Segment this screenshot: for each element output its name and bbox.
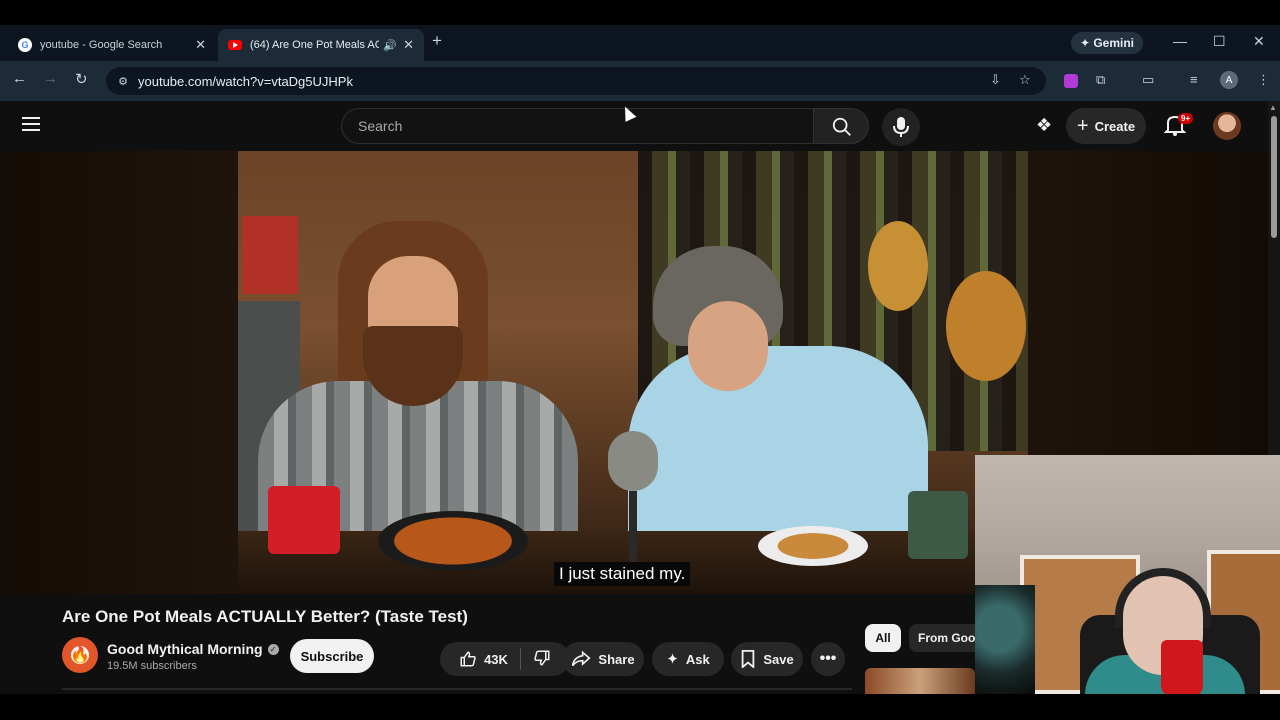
media-controls-icon[interactable]: ≡ (1190, 72, 1198, 87)
maximize-icon[interactable]: ☐ (1213, 33, 1226, 50)
close-tab-icon[interactable]: ✕ (403, 37, 414, 53)
video-caption: I just stained my. (554, 562, 691, 586)
scrollbar-thumb[interactable] (1271, 116, 1277, 238)
ask-button[interactable]: ✦ Ask (652, 642, 724, 676)
ask-label: Ask (685, 651, 710, 667)
address-bar[interactable]: ⚙ youtube.com/watch?v=vtaDg5UJHPk ⇩ ☆ (106, 67, 1046, 95)
url-text: youtube.com/watch?v=vtaDg5UJHPk (138, 73, 353, 89)
related-video-thumbnail[interactable] (865, 668, 975, 694)
red-cup (1161, 640, 1203, 694)
close-tab-icon[interactable]: ✕ (195, 37, 206, 53)
burger-plate (758, 526, 868, 566)
tab-title: (64) Are One Pot Meals ACT (250, 39, 380, 51)
tab-google-search[interactable]: G youtube - Google Search ✕ (8, 29, 216, 61)
puzzle-extensions-icon[interactable]: ⧉ (1096, 72, 1105, 88)
video-title: Are One Pot Meals ACTUALLY Better? (Tast… (62, 607, 468, 626)
youtube-header: Search ❖ + Create 9+ (0, 101, 1268, 151)
subscribe-button[interactable]: Subscribe (290, 639, 374, 673)
new-tab-icon[interactable]: + (432, 31, 442, 51)
window-close-icon[interactable]: ✕ (1253, 33, 1265, 50)
blurred-foreground (975, 585, 1035, 694)
like-count: 43K (484, 651, 508, 667)
like-button[interactable]: 43K (459, 650, 508, 668)
search-input[interactable]: Search (341, 108, 814, 144)
share-arrow-icon (572, 650, 592, 667)
sparkle-icon: ✦ (1079, 36, 1094, 50)
channel-avatar[interactable]: 🔥 (62, 637, 98, 673)
save-button[interactable]: Save (731, 642, 803, 676)
chip-all[interactable]: All (865, 624, 901, 652)
search-icon (832, 117, 851, 136)
hamburger-menu-icon[interactable] (22, 117, 40, 131)
create-button[interactable]: + Create (1066, 108, 1146, 144)
chip-from-channel[interactable]: From Good (909, 624, 975, 652)
google-icon: G (18, 38, 32, 52)
youtube-icon (228, 40, 242, 50)
skillet (378, 511, 528, 571)
webcam-overlay (975, 455, 1280, 694)
install-app-icon[interactable]: ⇩ (990, 72, 1001, 88)
plus-icon: + (1076, 114, 1089, 137)
divider (62, 688, 852, 690)
voice-search-button[interactable] (882, 108, 920, 146)
create-label: Create (1094, 118, 1136, 134)
red-mug (268, 486, 340, 554)
thumbs-up-icon (460, 651, 476, 667)
acoustic-guitar (946, 271, 1026, 381)
save-label: Save (763, 651, 794, 667)
browser-toolbar: ← → ↻ ⚙ youtube.com/watch?v=vtaDg5UJHPk … (0, 61, 1280, 101)
menu-kebab-icon[interactable]: ⋮ (1257, 72, 1270, 88)
share-label: Share (598, 651, 635, 667)
like-dislike-group: 43K (440, 642, 570, 676)
reload-icon[interactable]: ↻ (75, 70, 88, 88)
share-button[interactable]: Share (562, 642, 644, 676)
tab-title: youtube - Google Search (40, 39, 163, 51)
account-avatar[interactable] (1213, 112, 1241, 140)
subscriber-count: 19.5M subscribers (107, 660, 197, 672)
sparkle-icon: ✦ (666, 651, 679, 668)
green-mug (908, 491, 968, 559)
thumbs-down-icon (534, 650, 550, 666)
notification-count-badge: 9+ (1178, 113, 1194, 124)
bookmark-star-icon[interactable]: ☆ (1019, 72, 1031, 88)
more-actions-button[interactable]: ••• (811, 642, 845, 676)
microphone-icon (893, 117, 909, 137)
minimize-icon[interactable]: — (1173, 33, 1187, 49)
back-icon[interactable]: ← (12, 70, 27, 87)
verified-check-icon: ✓ (267, 643, 279, 655)
ai-sparkle-icon[interactable]: ❖ (1036, 115, 1052, 136)
audio-playing-icon[interactable]: 🔊 (383, 39, 397, 52)
site-info-icon[interactable]: ⚙ (112, 75, 134, 88)
channel-name-text: Good Mythical Morning (107, 641, 263, 657)
host-right (628, 246, 928, 546)
more-dots-icon: ••• (819, 650, 837, 667)
studio-microphone (608, 431, 658, 581)
cast-icon[interactable]: ▭ (1142, 72, 1154, 88)
channel-name[interactable]: Good Mythical Morning ✓ (107, 641, 279, 657)
search-button[interactable] (813, 108, 869, 144)
dislike-button[interactable] (533, 649, 551, 670)
gemini-label: Gemini (1093, 36, 1135, 50)
profile-avatar[interactable]: A (1220, 71, 1238, 89)
tab-youtube-video[interactable]: (64) Are One Pot Meals ACT 🔊 ✕ (218, 29, 424, 61)
window-top-bar (0, 0, 1280, 25)
forward-icon[interactable]: → (43, 70, 58, 87)
extension-icon[interactable] (1064, 74, 1078, 88)
bookmark-icon (742, 650, 755, 668)
gemini-button[interactable]: ✦ Gemini (1071, 32, 1143, 54)
screen-bottom-bar (0, 694, 1280, 720)
scroll-up-arrow-icon[interactable]: ▲ (1269, 103, 1277, 112)
video-player[interactable] (238, 151, 1028, 594)
